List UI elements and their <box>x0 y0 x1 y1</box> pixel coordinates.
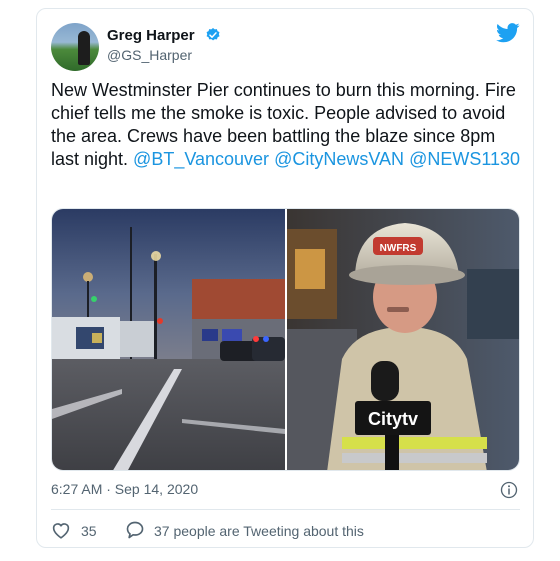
like-count[interactable]: 35 <box>81 523 97 539</box>
twitter-bird-icon[interactable] <box>496 23 520 43</box>
author-handle[interactable]: @GS_Harper <box>107 47 192 63</box>
tweet-card: Greg Harper @GS_Harper New Westminster P… <box>36 8 534 548</box>
mention-link[interactable]: @NEWS1130 <box>409 149 520 169</box>
info-icon[interactable] <box>500 481 518 499</box>
tweet-text: New Westminster Pier continues to burn t… <box>51 79 523 171</box>
speech-bubble-icon[interactable] <box>125 520 145 540</box>
avatar-person-shape <box>78 31 90 65</box>
divider <box>51 509 520 510</box>
author-name[interactable]: Greg Harper <box>107 27 195 45</box>
mention-link[interactable]: @CityNewsVAN <box>274 149 404 169</box>
tweet-timestamp[interactable]: 6:27 AM · Sep 14, 2020 <box>51 481 198 497</box>
verified-badge-icon <box>206 28 220 41</box>
mention-link[interactable]: @BT_Vancouver <box>133 149 269 169</box>
tweeting-about-link[interactable]: 37 people are Tweeting about this <box>154 523 364 539</box>
media-photo-left[interactable] <box>52 209 285 471</box>
heart-icon[interactable] <box>51 521 71 539</box>
mic-flag-text: Citytv <box>368 409 418 429</box>
avatar[interactable] <box>51 23 99 71</box>
media-grid: NWFRS Citytv <box>51 208 520 471</box>
helmet-badge-text: NWFRS <box>380 243 417 254</box>
media-photo-right[interactable]: NWFRS Citytv <box>287 209 520 471</box>
